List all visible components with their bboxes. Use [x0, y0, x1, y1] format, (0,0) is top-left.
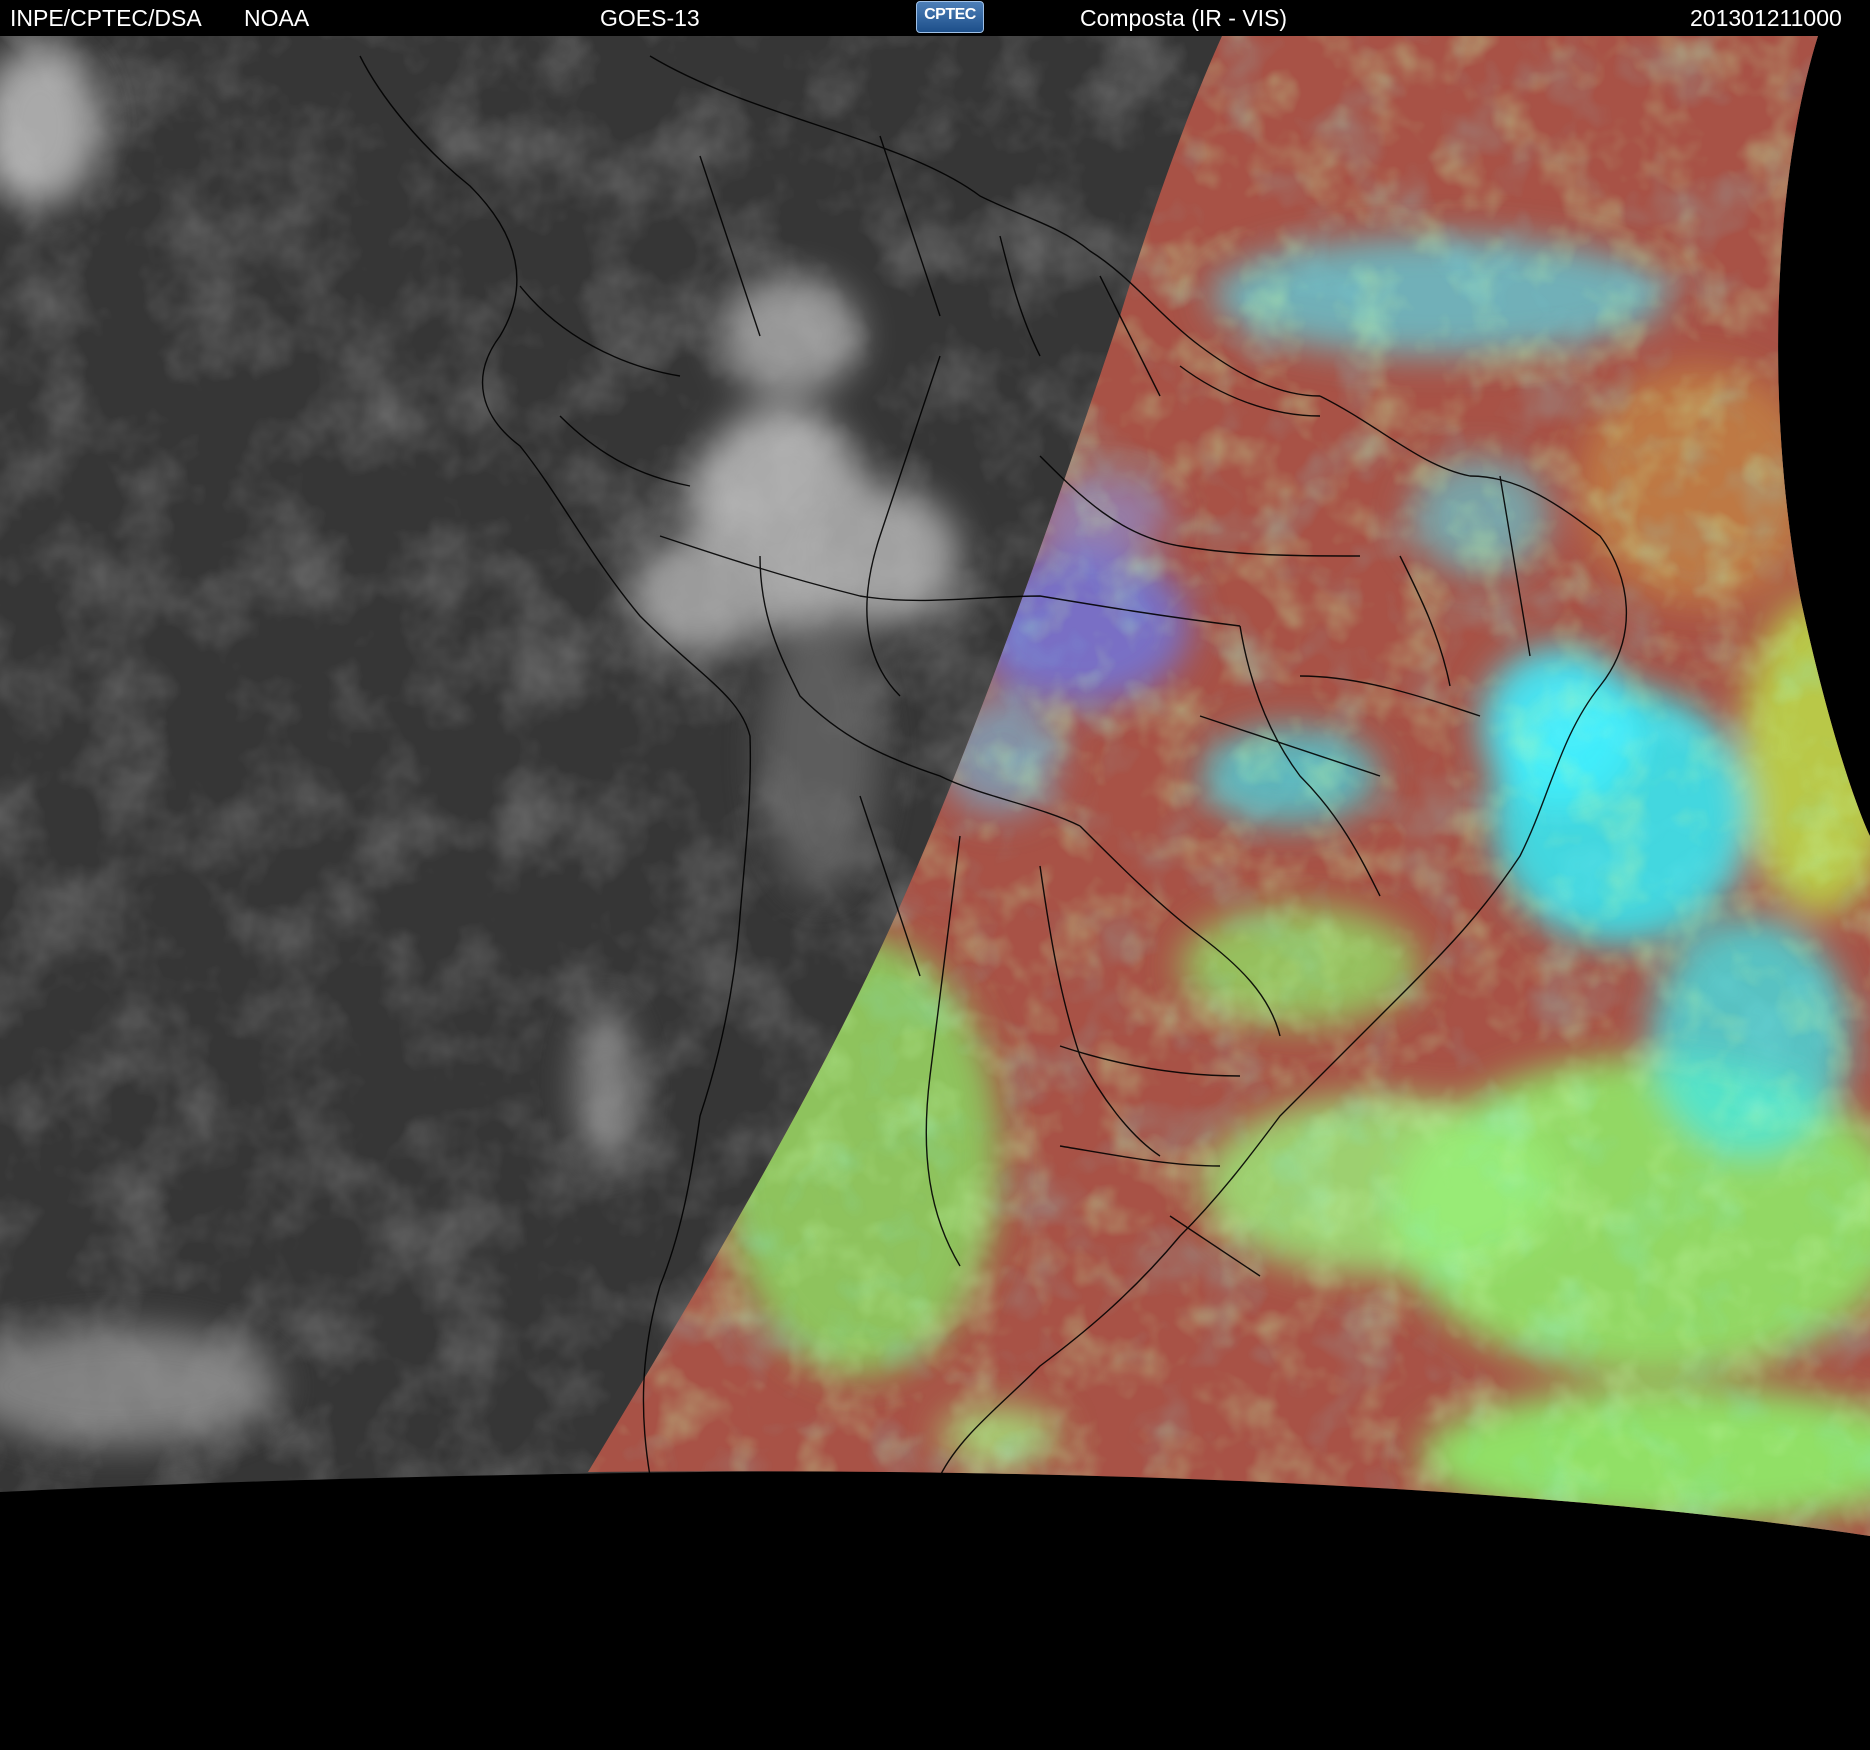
- logo-text: CPTEC: [924, 6, 976, 23]
- timestamp-label: 201301211000: [1690, 5, 1842, 31]
- satellite-label: GOES-13: [600, 5, 700, 31]
- satellite-composite: [0, 36, 1870, 1536]
- agency-label: NOAA: [244, 5, 310, 31]
- image-header: INPE/CPTEC/DSA NOAA GOES-13 CPTEC Compos…: [0, 0, 1870, 36]
- cptec-logo-icon: CPTEC: [916, 1, 984, 33]
- satellite-image: [0, 36, 1870, 1750]
- product-label: Composta (IR - VIS): [1080, 5, 1288, 31]
- source-label: INPE/CPTEC/DSA: [10, 5, 202, 31]
